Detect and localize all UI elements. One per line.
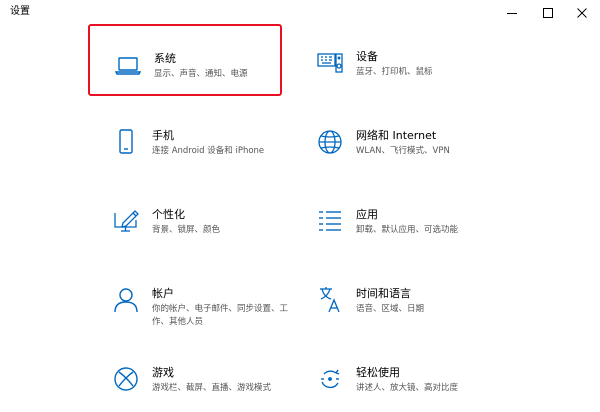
tile-description: 显示、声音、通知、电源: [154, 69, 248, 79]
globe-icon: [316, 128, 344, 156]
tile-description: 卸载、默认应用、可选功能: [356, 225, 459, 235]
phone-icon: [112, 128, 140, 156]
tile-network[interactable]: 网络和 Internet WLAN、飞行模式、VPN: [292, 103, 486, 175]
tile-label: 设备: [356, 50, 378, 63]
tile-devices[interactable]: 设备 蓝牙、打印机、鼠标: [292, 24, 486, 96]
tile-label: 轻松使用: [356, 366, 400, 379]
tile-label: 时间和语言: [356, 287, 411, 300]
tile-description: 你的帐户、电子邮件、同步设置、工作、其他人员: [152, 304, 289, 327]
apps-list-icon: [316, 207, 344, 235]
tile-time-language[interactable]: 时间和语言 语音、区域、日期: [292, 261, 486, 333]
person-icon: [112, 286, 140, 314]
tile-label: 游戏: [152, 366, 174, 379]
tile-label: 帐户: [152, 287, 174, 300]
tile-personalization[interactable]: 个性化 背景、锁屏、颜色: [88, 182, 282, 254]
time-language-icon: [316, 286, 344, 314]
tile-ease-of-access[interactable]: 轻松使用 讲述人、放大镜、高对比度: [292, 340, 486, 412]
tile-description: 语音、区域、日期: [356, 304, 425, 314]
tile-accounts[interactable]: 帐户 你的帐户、电子邮件、同步设置、工作、其他人员: [88, 261, 288, 333]
tile-label: 应用: [356, 208, 378, 221]
tile-description: 游戏栏、截屏、直播、游戏模式: [152, 383, 272, 393]
tile-apps[interactable]: 应用 卸载、默认应用、可选功能: [292, 182, 486, 254]
tile-description: 蓝牙、打印机、鼠标: [356, 67, 433, 77]
tile-system[interactable]: 系统 显示、声音、通知、电源: [88, 24, 282, 96]
tile-gaming[interactable]: 游戏 游戏栏、截屏、直播、游戏模式: [88, 340, 282, 412]
laptop-icon: [114, 51, 142, 79]
tile-description: WLAN、飞行模式、VPN: [356, 146, 450, 156]
tile-phone[interactable]: 手机 连接 Android 设备和 iPhone: [88, 103, 282, 175]
tile-label: 系统: [154, 52, 176, 65]
tile-description: 背景、锁屏、颜色: [152, 225, 221, 235]
tile-label: 网络和 Internet: [356, 129, 437, 142]
pen-monitor-icon: [112, 207, 140, 235]
tile-label: 个性化: [152, 208, 185, 221]
settings-grid: 系统 显示、声音、通知、电源 设备 蓝牙、打印机、鼠标 手机 连接 Androi…: [0, 0, 600, 411]
xbox-icon: [112, 365, 140, 393]
ease-of-access-icon: [316, 365, 344, 393]
tile-description: 讲述人、放大镜、高对比度: [356, 383, 459, 393]
keyboard-speaker-icon: [316, 49, 344, 77]
tile-description: 连接 Android 设备和 iPhone: [152, 146, 265, 156]
tile-label: 手机: [152, 129, 174, 142]
